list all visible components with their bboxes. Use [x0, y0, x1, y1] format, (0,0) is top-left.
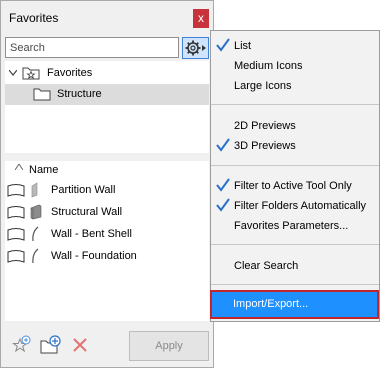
palette-title: Favorites: [9, 11, 59, 25]
menu-item-3d-previews[interactable]: 3D Previews: [211, 136, 379, 156]
checkmark-icon: [216, 138, 230, 152]
palette-toolbar: Apply: [1, 327, 213, 367]
sort-arrow-icon: [15, 164, 23, 170]
menu-item-filter-folders[interactable]: Filter Folders Automatically: [211, 196, 379, 216]
folder-icon: [33, 88, 51, 101]
bent-shell-wall-icon: [32, 226, 39, 242]
checkmark-icon: [216, 38, 230, 52]
menu-separator: [211, 165, 379, 166]
wall-tool-icon: [7, 206, 25, 219]
tree-item-label: Structure: [57, 88, 102, 100]
tree-item-structure[interactable]: Structure: [5, 84, 209, 105]
favorites-list: Name Partition Wall Structural Wall Wall…: [5, 161, 209, 321]
options-menu-button[interactable]: [182, 37, 209, 59]
menu-item-label: 2D Previews: [234, 120, 296, 132]
menu-item-label: Filter to Active Tool Only: [234, 180, 352, 192]
list-item[interactable]: Structural Wall: [5, 201, 209, 223]
menu-item-2d-previews[interactable]: 2D Previews: [211, 116, 379, 136]
tree-item-favorites[interactable]: Favorites: [5, 63, 209, 84]
list-item[interactable]: Wall - Foundation: [5, 245, 209, 267]
menu-item-label: Medium Icons: [234, 60, 303, 72]
menu-item-label: 3D Previews: [234, 140, 296, 152]
new-folder-icon[interactable]: [40, 335, 62, 355]
menu-item-filter-active-tool[interactable]: Filter to Active Tool Only: [211, 176, 379, 196]
wall-tool-icon: [7, 250, 25, 263]
menu-item-list[interactable]: List: [211, 36, 379, 56]
folder-tree: Favorites Structure: [5, 61, 209, 153]
wall-tool-icon: [7, 184, 25, 197]
list-item[interactable]: Partition Wall: [5, 179, 209, 201]
chevron-down-icon[interactable]: [9, 70, 17, 76]
menu-item-label: Favorites Parameters...: [234, 220, 349, 232]
column-header-label: Name: [29, 164, 59, 176]
wall-tool-icon: [7, 228, 25, 241]
add-favorite-icon[interactable]: [11, 335, 31, 355]
menu-item-label: Large Icons: [234, 80, 292, 92]
search-input[interactable]: [5, 37, 179, 58]
options-menu: List Medium Icons Large Icons 2D Preview…: [210, 30, 380, 322]
apply-button[interactable]: Apply: [129, 331, 209, 361]
tree-item-label: Favorites: [47, 67, 93, 79]
menu-item-medium-icons[interactable]: Medium Icons: [211, 56, 379, 76]
menu-item-label: Filter Folders Automatically: [234, 200, 367, 212]
checkmark-icon: [216, 178, 230, 192]
delete-icon[interactable]: [72, 337, 88, 353]
menu-item-label: Import/Export...: [233, 298, 309, 310]
menu-item-large-icons[interactable]: Large Icons: [211, 76, 379, 96]
partition-wall-icon: [31, 182, 38, 198]
column-header-name[interactable]: Name: [5, 161, 209, 178]
menu-separator: [211, 284, 379, 285]
structural-wall-icon: [30, 204, 42, 220]
menu-item-label: List: [234, 40, 252, 52]
menu-item-label: Clear Search: [234, 260, 299, 272]
menu-separator: [211, 244, 379, 245]
menu-item-clear-search[interactable]: Clear Search: [211, 256, 379, 276]
foundation-wall-icon: [32, 248, 39, 264]
list-item-label: Wall - Foundation: [51, 250, 137, 262]
menu-separator: [211, 104, 379, 105]
checkmark-icon: [216, 198, 230, 212]
list-item-label: Partition Wall: [51, 184, 116, 196]
list-item[interactable]: Wall - Bent Shell: [5, 223, 209, 245]
menu-item-import-export[interactable]: Import/Export...: [210, 290, 379, 319]
close-button[interactable]: x: [193, 9, 209, 28]
favorites-folder-icon: [22, 67, 40, 80]
gear-icon: [185, 40, 206, 56]
palette-titlebar[interactable]: Favorites x: [1, 1, 213, 35]
list-item-label: Structural Wall: [51, 206, 123, 218]
menu-item-favorites-parameters[interactable]: Favorites Parameters...: [211, 216, 379, 236]
favorites-palette: Favorites x Favorites: [0, 0, 214, 368]
list-item-label: Wall - Bent Shell: [51, 228, 132, 240]
